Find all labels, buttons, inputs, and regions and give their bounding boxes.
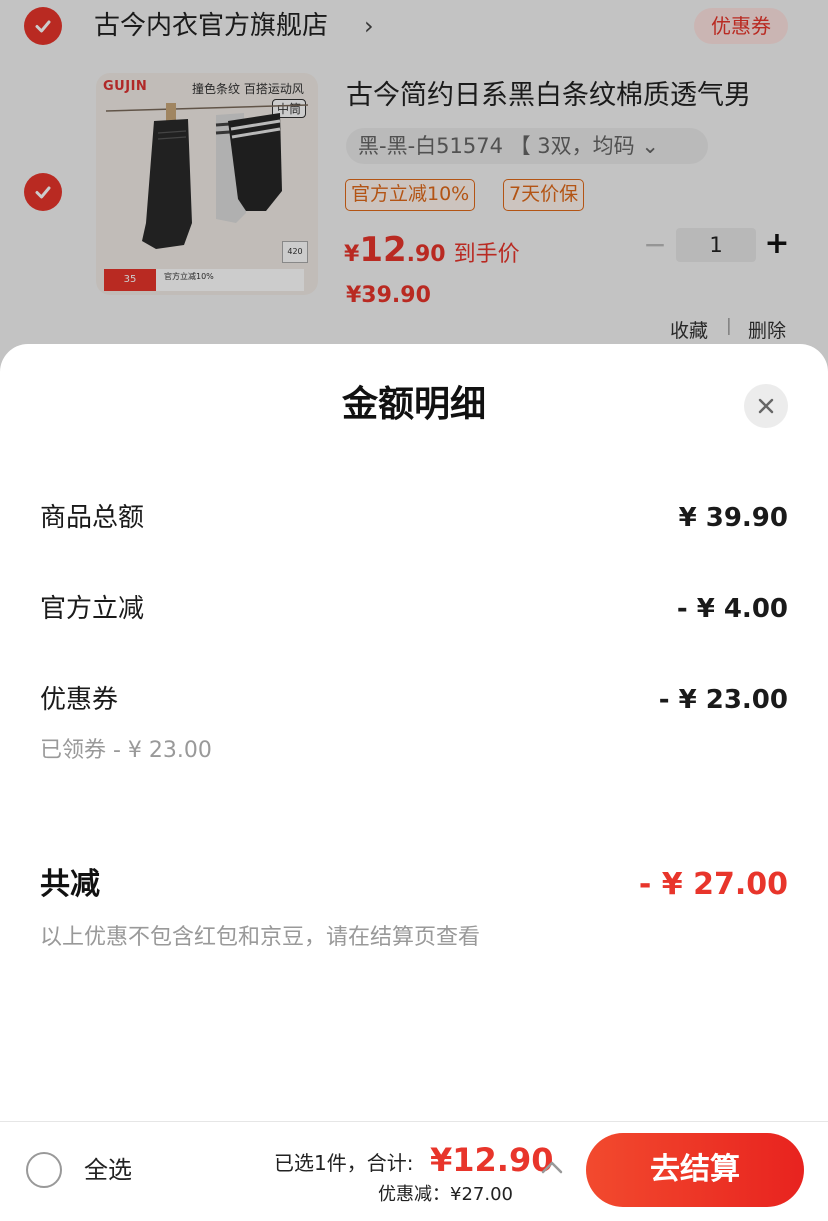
row-value-official-discount: - ¥ 4.00 xyxy=(676,594,788,624)
row-label-official-discount: 官方立减 xyxy=(40,594,145,624)
sheet-title: 金额明细 xyxy=(341,384,486,425)
discount-summary: 优惠减：¥27.00 xyxy=(378,1184,513,1205)
amount-detail-sheet: 金额明细 商品总额 ¥ 39.90 官方立减 - ¥ 4.00 优惠券 - ¥ … xyxy=(0,344,828,1121)
row-sub-coupon: 已领券 - ¥ 23.00 xyxy=(40,738,212,763)
row-value-coupon: - ¥ 23.00 xyxy=(658,685,788,715)
row-label-coupon: 优惠券 xyxy=(40,685,119,715)
total-discount-label: 共减 xyxy=(40,867,100,902)
select-all-checkbox[interactable] xyxy=(26,1152,62,1188)
row-value-goods-total: ¥ 39.90 xyxy=(678,503,788,533)
checkout-button[interactable]: 去结算 xyxy=(586,1133,804,1207)
close-icon xyxy=(758,398,774,414)
discount-note: 以上优惠不包含红包和京豆，请在结算页查看 xyxy=(40,925,481,950)
close-button[interactable] xyxy=(744,384,788,428)
chevron-up-icon[interactable] xyxy=(540,1158,564,1176)
dim-overlay[interactable] xyxy=(0,0,828,380)
total-discount-value: - ¥ 27.00 xyxy=(638,867,788,902)
row-label-goods-total: 商品总额 xyxy=(40,503,145,533)
summary-total: ¥12.90 xyxy=(430,1141,554,1179)
checkout-bar: 全选 已选1件，合计: ¥12.90 优惠减：¥27.00 去结算 xyxy=(0,1121,828,1221)
summary-prefix: 已选1件，合计: xyxy=(274,1151,414,1175)
select-all-label[interactable]: 全选 xyxy=(84,1152,132,1188)
